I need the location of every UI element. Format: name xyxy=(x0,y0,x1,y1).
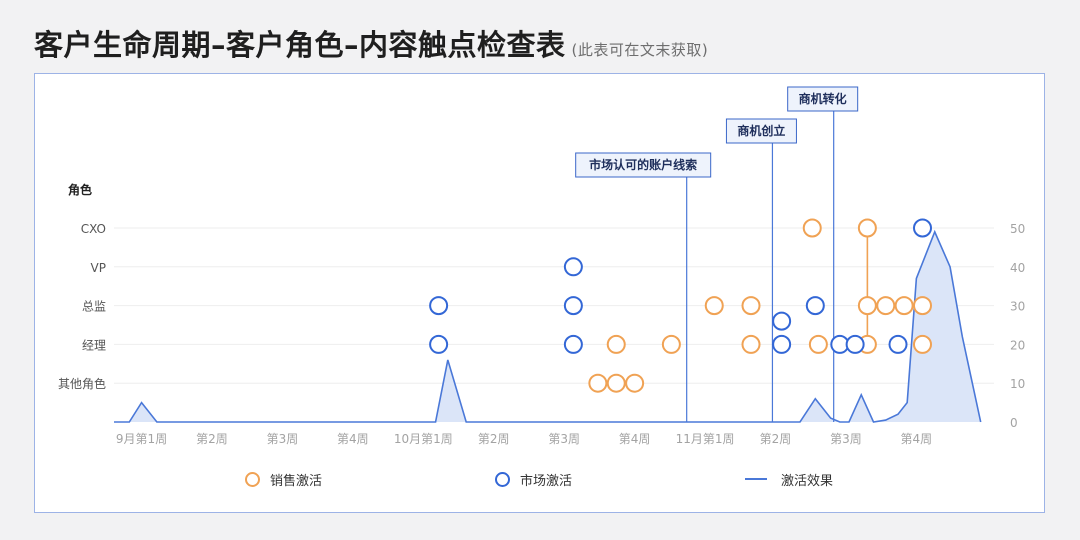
marketing-activation-point xyxy=(563,334,583,354)
role-label: 其他角色 xyxy=(58,377,106,391)
right-tick-label: 50 xyxy=(1010,222,1025,236)
milestone-label: 市场认可的账户线索 xyxy=(589,157,697,172)
right-tick-label: 0 xyxy=(1010,416,1018,430)
marketing-activation-point xyxy=(805,296,825,316)
marketing-activation-point xyxy=(429,334,449,354)
x-tick-label: 11月第1周 xyxy=(676,432,735,446)
legend-swatch-marketing xyxy=(495,471,510,487)
legend-label-sales: 销售激活 xyxy=(270,473,323,489)
legend-item-sales: 销售激活 xyxy=(245,468,322,490)
activation-area-fill xyxy=(114,231,981,422)
legend-swatch-sales xyxy=(245,471,260,487)
sales-activation-point xyxy=(741,334,761,354)
activation-area xyxy=(114,229,982,423)
sales-activation-point xyxy=(741,296,761,316)
x-tick-label: 第4周 xyxy=(337,432,369,446)
x-tick-label: 第4周 xyxy=(619,432,651,446)
marketing-activation-point xyxy=(563,257,583,277)
milestones: 市场认可的账户线索 商机创立 商机转化 xyxy=(575,86,859,422)
legend-item-marketing: 市场激活 xyxy=(495,468,572,490)
x-tick-label: 第2周 xyxy=(478,432,510,446)
axis-labels: 角色 CXO VP 总监经理其他角色 0 10 20 30 40 50 9月第1周 第2周 第3周 第4周… xyxy=(58,182,1025,446)
right-tick-label: 10 xyxy=(1010,377,1025,391)
sales-activation-point xyxy=(588,373,608,393)
sales-activation-point xyxy=(913,334,932,354)
legend-label-effect: 激活效果 xyxy=(781,473,834,489)
role-label: VP xyxy=(91,261,106,275)
sales-activation-point xyxy=(808,334,828,354)
x-tick-label: 第2周 xyxy=(760,432,792,446)
x-tick-label: 第3周 xyxy=(267,432,299,446)
chart-svg: 市场认可的账户线索 商机创立 商机转化 角色 CXO VP 总监经理其他角色 0 10 20 30… xyxy=(58,86,1025,446)
sales-activation-point xyxy=(857,218,877,238)
marketing-activation-point xyxy=(563,296,583,316)
y-axis-title: 角色 xyxy=(68,182,92,197)
sales-activation-point xyxy=(802,218,822,238)
role-label: 经理 xyxy=(82,338,106,352)
right-tick-label: 20 xyxy=(1010,338,1025,352)
legend-item-effect: 激活效果 xyxy=(745,468,833,490)
marketing-activation-point xyxy=(913,218,932,238)
right-tick-label: 30 xyxy=(1010,300,1025,314)
role-label: CXO xyxy=(81,222,106,236)
milestone-label: 商机创立 xyxy=(737,123,785,138)
marketing-activation-point xyxy=(888,334,908,354)
marketing-activation-point xyxy=(845,334,865,354)
legend-label-marketing: 市场激活 xyxy=(520,473,573,489)
x-tick-label: 第4周 xyxy=(901,432,933,446)
sales-activation-point xyxy=(913,296,932,316)
x-tick-label: 9月第1周 xyxy=(116,432,167,446)
sales-activation-point xyxy=(661,334,681,354)
sales-activation-point xyxy=(876,296,896,316)
sales-activation-point xyxy=(704,296,724,316)
marketing-activation-point xyxy=(772,311,792,331)
role-label: 总监 xyxy=(82,300,106,314)
milestone-label: 商机转化 xyxy=(799,91,847,106)
x-tick-label: 第3周 xyxy=(548,432,580,446)
legend-swatch-effect xyxy=(745,478,767,480)
activation-line xyxy=(114,229,982,423)
x-tick-label: 第3周 xyxy=(830,432,862,446)
sales-activation-point xyxy=(606,334,626,354)
sales-activation-point xyxy=(606,373,626,393)
sales-activation-point xyxy=(894,296,914,316)
x-tick-label: 10月第1周 xyxy=(394,432,453,446)
sales-activation-point xyxy=(625,373,645,393)
marketing-activation-point xyxy=(772,334,792,354)
marketing-activation-point xyxy=(429,296,449,316)
sales-activation-point xyxy=(857,296,877,316)
x-tick-label: 第2周 xyxy=(196,432,228,446)
right-tick-label: 40 xyxy=(1010,261,1025,275)
